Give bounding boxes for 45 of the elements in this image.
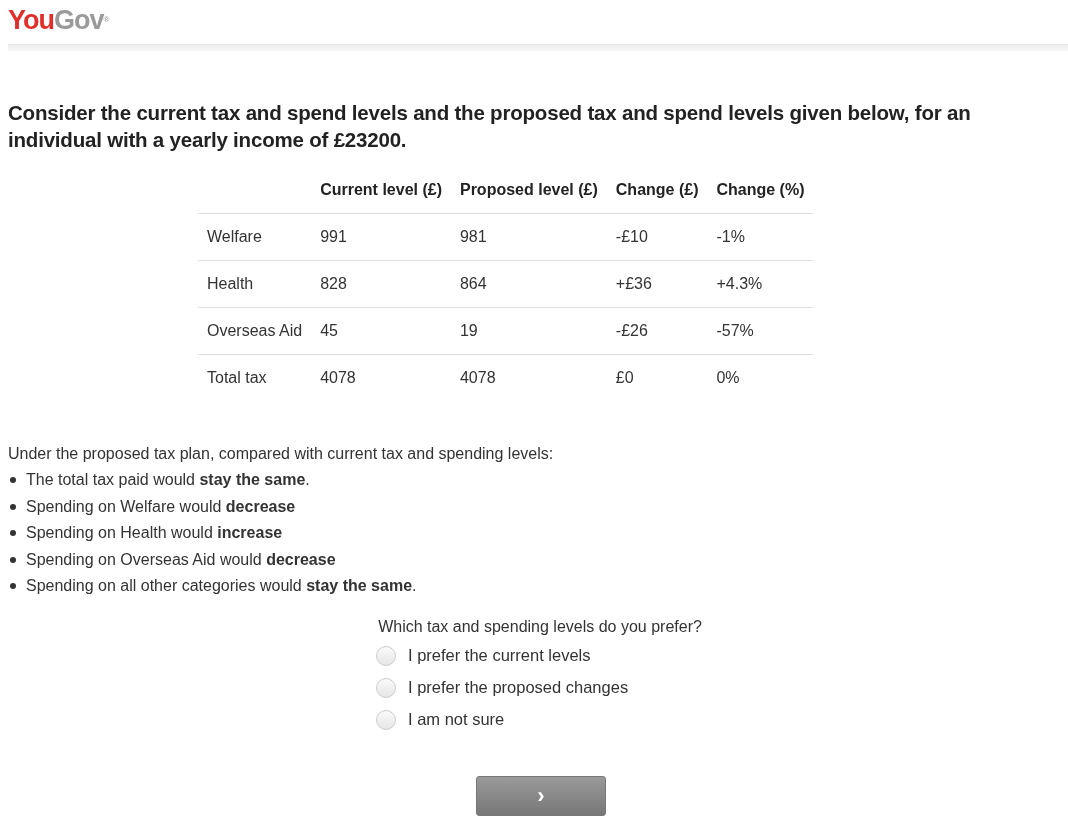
- option-label[interactable]: I prefer the proposed changes: [408, 678, 629, 697]
- radio-button[interactable]: [376, 645, 396, 666]
- column-header: Proposed level (£): [450, 173, 607, 214]
- table-cell: -£26: [606, 307, 708, 355]
- summary-item: Spending on all other categories would stay the same.: [26, 577, 417, 596]
- option-label[interactable]: I prefer the current levels: [408, 646, 591, 665]
- radio-button[interactable]: [376, 677, 396, 698]
- summary-item: Spending on Welfare would decrease: [26, 497, 296, 516]
- table-cell: 981: [450, 213, 607, 261]
- summary-item: Spending on Health would increase: [26, 524, 283, 543]
- row-label: Health: [198, 260, 312, 308]
- table-cell: 45: [311, 307, 451, 355]
- bullet-icon: [10, 477, 16, 484]
- row-label: Total tax: [198, 354, 312, 401]
- next-button[interactable]: ›: [476, 775, 606, 816]
- yougov-logo: YouGov®: [8, 4, 110, 36]
- bullet-icon: [10, 556, 16, 563]
- preference-question: Which tax and spending levels do you prefer?: [378, 617, 702, 635]
- row-label: Overseas Aid: [198, 307, 312, 355]
- radio-button[interactable]: [376, 709, 396, 730]
- table-cell: 828: [311, 260, 451, 308]
- table-cell: -57%: [707, 307, 814, 355]
- bullet-icon: [10, 503, 16, 510]
- option-label[interactable]: I am not sure: [408, 710, 505, 729]
- table-cell: 19: [450, 307, 607, 355]
- bullet-icon: [10, 583, 16, 590]
- column-header: Change (£): [606, 173, 708, 214]
- bullet-icon: [10, 530, 16, 537]
- question-heading: Consider the current tax and spend levels and the proposed tax and spend levels given below, for an individual with a yearly income of £23200.: [8, 100, 972, 153]
- table-cell: -£10: [606, 213, 708, 261]
- table-cell: 4078: [450, 354, 607, 401]
- table-cell: 0%: [707, 354, 814, 401]
- summary-intro: Under the proposed tax plan, compared with current tax and spending levels:: [8, 445, 555, 463]
- summary-item: The total tax paid would stay the same.: [26, 471, 310, 490]
- row-label: Welfare: [198, 213, 312, 261]
- summary-item: Spending on Overseas Aid would decrease: [26, 550, 336, 569]
- column-header: Current level (£): [311, 173, 451, 214]
- table-cell: +4.3%: [707, 260, 814, 308]
- table-cell: £0: [606, 354, 708, 401]
- column-header: Change (%): [707, 173, 814, 214]
- table-cell: 991: [311, 213, 451, 261]
- table-cell: 864: [450, 260, 607, 308]
- table-cell: 4078: [311, 354, 451, 401]
- table-cell: +£36: [606, 260, 708, 308]
- table-cell: -1%: [707, 213, 814, 261]
